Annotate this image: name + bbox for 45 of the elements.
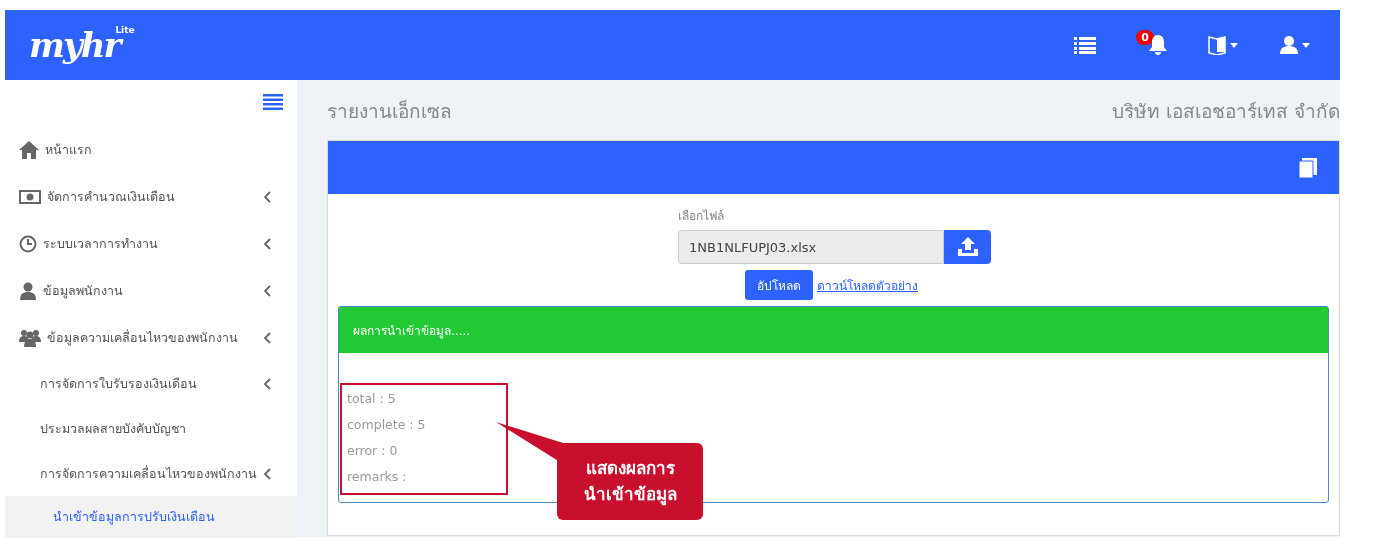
sidebar-item[interactable]: หน้าแรก	[5, 126, 297, 173]
sidebar-item-label: จัดการคำนวณเงินเดือน	[47, 187, 176, 206]
sidebar-item-label: ประมวลผลสายบังคับบัญชา	[40, 419, 187, 438]
notification-badge: 0	[1136, 30, 1154, 45]
menu-icon[interactable]	[263, 94, 283, 110]
book-icon	[1299, 157, 1317, 178]
list-icon[interactable]	[1074, 36, 1097, 54]
result-title: ผลการนำเข้าข้อมูล.....	[353, 322, 471, 340]
banknote-icon	[19, 189, 41, 204]
sidebar-item-label: ข้อมูลความเคลื่อนไหวของพนักงาน	[47, 328, 239, 348]
home-icon	[19, 140, 39, 159]
sidebar-item-label: นำเข้าข้อมูลการปรับเงินเดือน	[53, 508, 216, 527]
upload-button[interactable]: อัปโหลด	[745, 270, 813, 300]
sidebar-item[interactable]: ข้อมูลความเคลื่อนไหวของพนักงาน	[5, 314, 297, 361]
page-title: รายงานเอ็กเซล	[327, 99, 452, 124]
users-icon	[19, 328, 41, 347]
result-line: remarks :	[347, 469, 407, 486]
download-sample-link[interactable]: ดาวน์โหลดตัวอย่าง	[817, 275, 918, 295]
sidebar-item[interactable]: ประมวลผลสายบังคับบัญชา	[5, 406, 297, 451]
sidebar-item[interactable]: จัดการคำนวณเงินเดือน	[5, 173, 297, 220]
browse-button[interactable]	[944, 230, 991, 264]
sidebar-item[interactable]: นำเข้าข้อมูลการปรับเงินเดือน	[5, 496, 297, 538]
upload-icon	[956, 237, 979, 257]
sidebar-item-label: การจัดการใบรับรองเงินเดือน	[40, 374, 198, 393]
callout-text: แสดงผลการ	[585, 457, 675, 480]
clock-icon	[19, 234, 37, 253]
company-name: บริษัท เอสเอชอาร์เทส จำกัด	[1111, 99, 1340, 124]
sidebar-item-label: การจัดการความเคลื่อนไหวของพนักงาน	[40, 464, 258, 483]
sidebar-item[interactable]: ระบบเวลาการทำงาน	[5, 220, 297, 267]
language-icon[interactable]	[1208, 35, 1240, 55]
sidebar-item[interactable]: ข้อมูลพนักงาน	[5, 267, 297, 314]
file-field[interactable]: 1NB1NLFUPJ03.xlsx	[678, 230, 944, 264]
result-line: error : 0	[347, 443, 398, 460]
sidebar-item-label: หน้าแรก	[45, 140, 93, 159]
file-label: เลือกไฟล์	[678, 208, 724, 225]
bell-icon[interactable]	[1148, 34, 1168, 56]
sidebar-item[interactable]: การจัดการความเคลื่อนไหวของพนักงาน	[5, 451, 297, 496]
sidebar-item[interactable]: การจัดการใบรับรองเงินเดือน	[5, 361, 297, 406]
callout-text: นำเข้าข้อมูล	[583, 482, 677, 507]
sidebar-item-label: ระบบเวลาการทำงาน	[43, 234, 159, 253]
sidebar-item-label: ข้อมูลพนักงาน	[43, 281, 124, 301]
user-menu-icon[interactable]	[1280, 35, 1312, 55]
user-icon	[19, 281, 37, 300]
result-line: complete : 5	[347, 417, 426, 434]
result-line: total : 5	[347, 391, 396, 408]
